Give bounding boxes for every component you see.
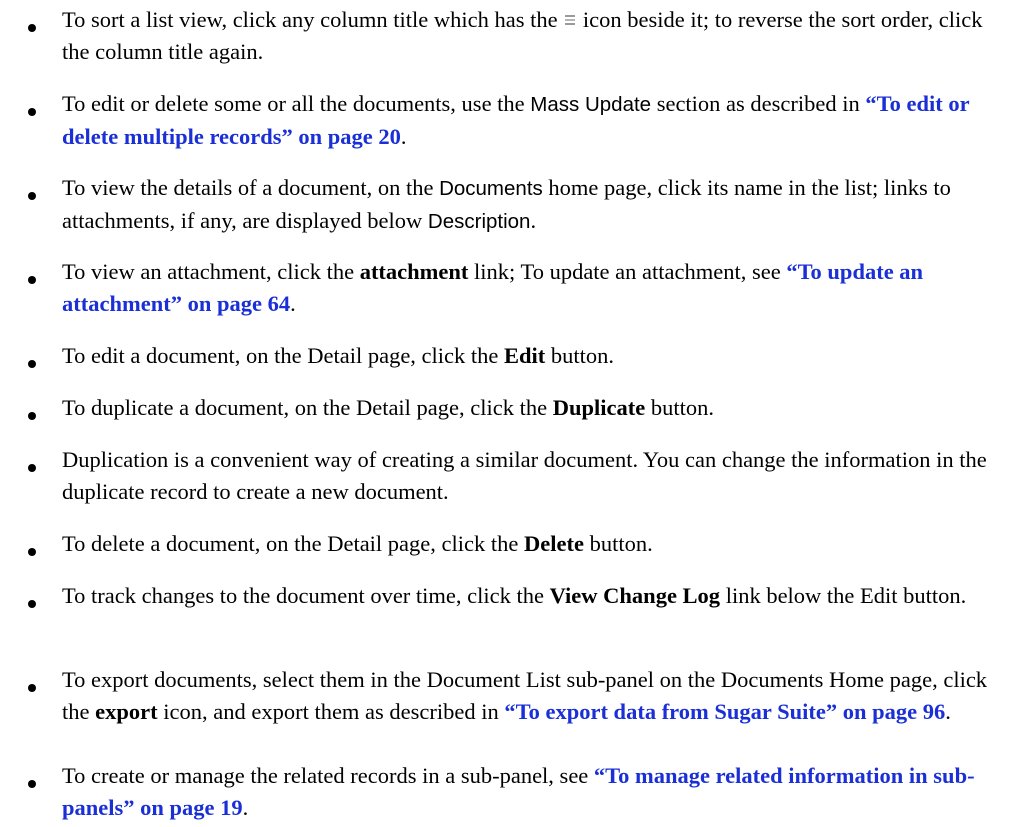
list-item-text: To export documents, select them in the …: [62, 667, 988, 724]
bullet-icon: [28, 464, 36, 472]
bullet-icon: [28, 412, 36, 420]
list-item-text: To view the details of a document, on th…: [62, 175, 951, 233]
term-duplicate: Duplicate: [552, 395, 646, 420]
term-edit: Edit: [504, 343, 546, 368]
ui-term-description: Description: [427, 210, 531, 233]
list-item-text: To delete a document, on the Detail page…: [62, 531, 653, 556]
list-item-text: To duplicate a document, on the Detail p…: [62, 395, 715, 420]
term-attachment: attachment: [359, 259, 469, 284]
bullet-icon: [28, 192, 36, 200]
ui-term-documents: Documents: [439, 177, 543, 200]
bullet-icon: [28, 276, 36, 284]
document-page: To sort a list view, click any column ti…: [0, 0, 1025, 827]
list-item-text: Duplication is a convenient way of creat…: [62, 447, 987, 504]
bullet-icon: [28, 600, 36, 608]
bullet-icon: [28, 24, 36, 32]
ui-term-mass-update: Mass Update: [530, 93, 652, 116]
list-item-text: To edit or delete some or all the docume…: [62, 91, 970, 149]
bullet-icon: [28, 548, 36, 556]
bullet-icon: [28, 780, 36, 788]
term-delete: Delete: [524, 531, 584, 556]
bullet-icon: [28, 108, 36, 116]
list-item-text: To view an attachment, click the attachm…: [62, 259, 924, 316]
list-item-text: To track changes to the document over ti…: [62, 583, 967, 608]
list-item-text: To sort a list view, click any column ti…: [62, 7, 983, 64]
list-item-text: To create or manage the related records …: [62, 763, 975, 820]
term-export: export: [95, 699, 158, 724]
bullet-icon: [28, 360, 36, 368]
bullet-icon: [28, 684, 36, 692]
sort-icon: [565, 15, 576, 25]
list-item-text: To edit a document, on the Detail page, …: [62, 343, 615, 368]
link-export-data[interactable]: “To export data from Sugar Suite” on pag…: [504, 699, 945, 724]
term-view-change-log: View Change Log: [549, 583, 721, 608]
